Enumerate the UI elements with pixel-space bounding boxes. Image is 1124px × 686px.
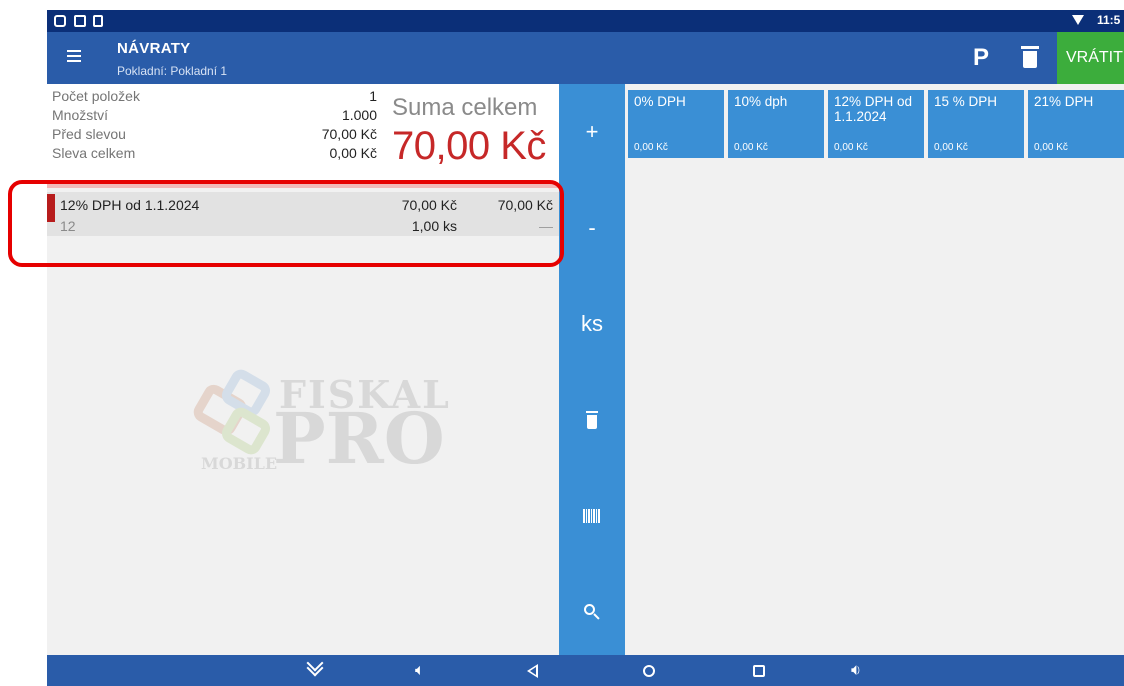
app-bar: NÁVRATY Pokladní: Pokladní 1 P VRÁTIT <box>47 32 1124 84</box>
barcode-button[interactable] <box>559 468 625 564</box>
summary-row-before-discount: Před slevou 70,00 Kč <box>52 126 377 143</box>
vat-tile-amount: 0,00 Kč <box>1034 142 1068 153</box>
volume-down-icon[interactable]: 🔈︎ <box>415 661 445 681</box>
minus-label: - <box>588 215 596 240</box>
vat-tile-name: 15 % DPH <box>934 94 998 109</box>
vat-tile-amount: 0,00 Kč <box>934 142 968 153</box>
decrease-quantity-button[interactable]: - <box>559 180 625 276</box>
total-amount: 70,00 Kč <box>392 124 546 168</box>
vat-tile-10[interactable]: 10% dph 0,00 Kč <box>728 90 824 158</box>
back-icon[interactable] <box>525 661 541 681</box>
summary-row-quantity: Množství 1.000 <box>52 107 377 124</box>
android-nav-bar: 🔈︎ 🔉︎ <box>47 654 1124 686</box>
vat-tile-0[interactable]: 0% DPH 0,00 Kč <box>628 90 724 158</box>
menu-icon[interactable] <box>67 50 81 62</box>
receipt-summary: Počet položek 1 Množství 1.000 Před slev… <box>47 84 559 188</box>
vat-tile-15[interactable]: 15 % DPH 0,00 Kč <box>928 90 1024 158</box>
summary-label: Před slevou <box>52 126 126 142</box>
summary-value: 1 <box>369 88 377 104</box>
recents-icon[interactable] <box>751 661 767 681</box>
watermark-text-pro: PRO <box>273 397 445 480</box>
search-button[interactable] <box>559 564 625 660</box>
teamviewer-icon <box>54 15 66 27</box>
trash-icon[interactable] <box>1021 46 1039 68</box>
summary-row-discount-total: Sleva celkem 0,00 Kč <box>52 145 377 162</box>
summary-row-item-count: Počet položek 1 <box>52 88 377 105</box>
page-title: NÁVRATY <box>117 40 191 57</box>
delete-item-button[interactable] <box>559 372 625 468</box>
volume-up-icon[interactable]: 🔉︎ <box>851 661 885 681</box>
hide-keyboard-icon[interactable] <box>305 654 327 681</box>
vat-tile-amount: 0,00 Kč <box>734 142 768 153</box>
vat-tile-name: 10% dph <box>734 94 788 109</box>
item-total: 70,00 Kč <box>497 197 553 213</box>
vat-tile-name: 21% DPH <box>1034 94 1094 109</box>
sim-icon <box>93 15 103 27</box>
summary-value: 70,00 Kč <box>321 126 377 142</box>
vat-tiles-panel: 0% DPH 0,00 Kč 10% dph 0,00 Kč 12% DPH o… <box>625 84 1124 655</box>
watermark-text-mobile: MOBILE <box>201 454 278 473</box>
screenshot-icon <box>74 15 86 27</box>
plus-label: + <box>585 119 599 144</box>
item-code: 12 <box>60 218 76 234</box>
summary-value: 0,00 Kč <box>329 145 377 161</box>
action-keypad: + - ks <box>559 84 625 655</box>
item-return-marker <box>47 194 55 222</box>
total-label: Suma celkem <box>392 94 538 121</box>
summary-label: Množství <box>52 107 109 123</box>
item-discount: — <box>539 218 553 234</box>
cashier-label: Pokladní: Pokladní 1 <box>117 64 228 78</box>
increase-quantity-button[interactable]: + <box>559 84 625 180</box>
summary-value: 1.000 <box>341 107 377 123</box>
summary-label: Sleva celkem <box>52 145 136 161</box>
list-item[interactable]: 12% DPH od 1.1.2024 12 70,00 Kč 1,00 ks … <box>47 192 559 236</box>
barcode-icon <box>583 509 601 523</box>
unit-label: ks <box>581 311 603 336</box>
summary-divider <box>47 184 559 188</box>
item-quantity: 1,00 ks <box>411 218 457 234</box>
summary-label: Počet položek <box>52 88 140 104</box>
trash-icon <box>586 411 598 429</box>
vat-tile-21[interactable]: 21% DPH 0,00 Kč <box>1028 90 1124 158</box>
vat-tile-amount: 0,00 Kč <box>834 142 868 153</box>
fiskalpro-watermark-logo: FISKAL PRO MOBILE <box>190 366 449 480</box>
vat-tile-amount: 0,00 Kč <box>634 142 668 153</box>
wifi-icon <box>1072 15 1084 25</box>
status-bar: 11:5 <box>47 10 1124 32</box>
park-button[interactable]: P <box>973 44 989 72</box>
unit-button[interactable]: ks <box>559 276 625 372</box>
vat-tile-12[interactable]: 12% DPH od 1.1.2024 0,00 Kč <box>828 90 924 158</box>
return-button[interactable]: VRÁTIT <box>1057 32 1124 84</box>
home-icon[interactable] <box>641 661 657 681</box>
item-unit-price: 70,00 Kč <box>401 197 457 213</box>
status-time: 11:5 <box>1097 13 1121 27</box>
search-icon <box>584 604 600 620</box>
vat-tile-name: 0% DPH <box>634 94 686 109</box>
vat-tile-name: 12% DPH od 1.1.2024 <box>834 94 913 124</box>
item-name: 12% DPH od 1.1.2024 <box>60 197 200 213</box>
app-screen: 11:5 NÁVRATY Pokladní: Pokladní 1 P VRÁT… <box>47 10 1124 686</box>
